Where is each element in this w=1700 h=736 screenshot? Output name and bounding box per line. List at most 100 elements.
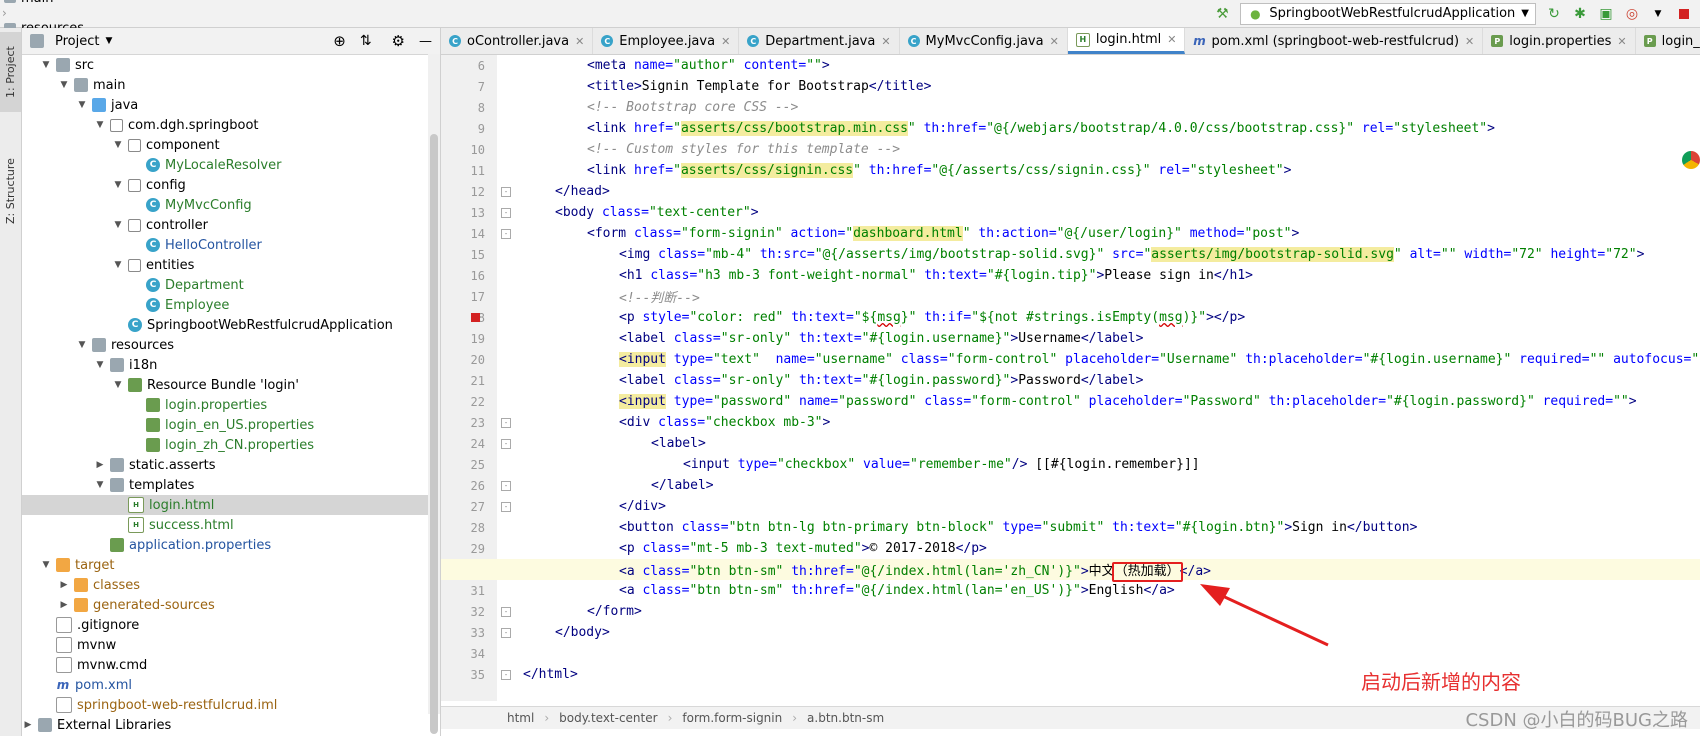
expanded-arrow-icon[interactable]: ▼ <box>40 560 52 570</box>
locate-icon[interactable]: ⊕ <box>333 32 346 50</box>
code-line[interactable]: </head> <box>441 181 1700 202</box>
code-line[interactable]: </div> <box>441 496 1700 517</box>
tree-item[interactable]: ▶ generated-sources <box>22 595 440 615</box>
expanded-arrow-icon[interactable]: ▼ <box>112 380 124 390</box>
tree-item[interactable]: mvnw <box>22 635 440 655</box>
tree-item[interactable]: m pom.xml <box>22 675 440 695</box>
editor-tab[interactable]: Plogin_zh_CN.properties✕ <box>1636 28 1700 54</box>
expanded-arrow-icon[interactable]: ▼ <box>58 80 70 90</box>
tree-item[interactable]: ▶ External Libraries <box>22 715 440 735</box>
tree-item[interactable]: ▼ templates <box>22 475 440 495</box>
tree-item[interactable]: springboot-web-restfulcrud.iml <box>22 695 440 715</box>
close-icon[interactable]: ✕ <box>1465 35 1474 48</box>
editor-tab[interactable]: Plogin.properties ✕ <box>1483 28 1636 54</box>
code-line[interactable]: <link href="asserts/css/bootstrap.min.cs… <box>441 118 1700 139</box>
tree-item[interactable]: ▼ component <box>22 135 440 155</box>
code-line[interactable]: <a class="btn btn-sm" th:href="@{/index.… <box>441 559 1700 580</box>
expanded-arrow-icon[interactable]: ▼ <box>112 180 124 190</box>
coverage-icon[interactable]: ▣ <box>1598 6 1614 22</box>
expanded-arrow-icon[interactable]: ▼ <box>112 220 124 230</box>
tree-item[interactable]: C MyLocaleResolver <box>22 155 440 175</box>
tree-item[interactable]: ▼ resources <box>22 335 440 355</box>
tree-item[interactable]: Hsuccess.html <box>22 515 440 535</box>
collapsed-arrow-icon[interactable]: ▶ <box>22 720 34 730</box>
gear-icon[interactable]: ⚙ <box>392 32 405 50</box>
tree-item[interactable]: C Department <box>22 275 440 295</box>
collapsed-arrow-icon[interactable]: ▶ <box>58 580 70 590</box>
tree-item[interactable]: ▼ target <box>22 555 440 575</box>
code-line[interactable]: <link href="asserts/css/signin.css" th:h… <box>441 160 1700 181</box>
code-line[interactable]: <form class="form-signin" action="dashbo… <box>441 223 1700 244</box>
expanded-arrow-icon[interactable]: ▼ <box>40 60 52 70</box>
project-tool-tab[interactable]: 1: Project <box>0 32 21 112</box>
chevron-down-icon[interactable]: ▼ <box>1650 6 1666 22</box>
tree-item[interactable]: ▼ java <box>22 95 440 115</box>
profiler-icon[interactable]: ◎ <box>1624 6 1640 22</box>
tree-item[interactable]: login.properties <box>22 395 440 415</box>
expanded-arrow-icon[interactable]: ▼ <box>76 100 88 110</box>
editor-tab[interactable]: C Department.java ✕ <box>739 28 900 54</box>
collapsed-arrow-icon[interactable]: ▶ <box>58 600 70 610</box>
tree-item[interactable]: C SpringbootWebRestfulcrudApplication <box>22 315 440 335</box>
chevron-down-icon[interactable]: ▼ <box>105 36 112 46</box>
collapse-all-icon[interactable]: ⇅ <box>360 33 372 49</box>
close-icon[interactable]: ✕ <box>721 35 730 48</box>
tree-item[interactable]: ▼ main <box>22 75 440 95</box>
tree-item[interactable]: ▼ com.dgh.springboot <box>22 115 440 135</box>
code-line[interactable]: <div class="checkbox mb-3"> <box>441 412 1700 433</box>
tree-item[interactable]: ▼ src <box>22 55 440 75</box>
close-icon[interactable]: ✕ <box>575 35 584 48</box>
code-line[interactable]: <body class="text-center"> <box>441 202 1700 223</box>
hammer-icon[interactable]: ⚒ <box>1214 6 1230 22</box>
tree-item[interactable]: Hlogin.html <box>22 495 440 515</box>
tree-item[interactable]: login_zh_CN.properties <box>22 435 440 455</box>
tree-item[interactable]: ▼ controller <box>22 215 440 235</box>
debug-icon[interactable]: ✱ <box>1572 6 1588 22</box>
scrollbar[interactable] <box>428 54 440 734</box>
code-line[interactable]: <label class="sr-only" th:text="#{login.… <box>441 328 1700 349</box>
tree-item[interactable]: C Employee <box>22 295 440 315</box>
code-line[interactable]: <!--判断--> <box>441 286 1700 307</box>
close-icon[interactable]: ✕ <box>881 35 890 48</box>
expanded-arrow-icon[interactable]: ▼ <box>112 140 124 150</box>
tree-item[interactable]: login_en_US.properties <box>22 415 440 435</box>
rerun-icon[interactable]: ↻ <box>1546 6 1562 22</box>
tree-item[interactable]: ▶ classes <box>22 575 440 595</box>
collapsed-arrow-icon[interactable]: ▶ <box>94 460 106 470</box>
code-line[interactable]: <input type="password" name="password" c… <box>441 391 1700 412</box>
editor-tab[interactable]: m pom.xml (springboot-web-restfulcrud) ✕ <box>1185 28 1484 54</box>
tree-item[interactable]: C HelloController <box>22 235 440 255</box>
editor-tab[interactable]: CoController.java ✕ <box>441 28 594 54</box>
editor-tab[interactable]: Hlogin.html ✕ <box>1067 28 1186 54</box>
expanded-arrow-icon[interactable]: ▼ <box>94 120 106 130</box>
tree-item[interactable]: ▼ i18n <box>22 355 440 375</box>
structure-breadcrumb-item[interactable]: form.form-signin <box>682 711 782 725</box>
expanded-arrow-icon[interactable]: ▼ <box>94 480 106 490</box>
stop-icon[interactable] <box>1676 6 1692 22</box>
code-line[interactable]: <p class="mt-5 mb-3 text-muted">© 2017-2… <box>441 538 1700 559</box>
project-panel-title[interactable]: Project <box>55 34 99 49</box>
code-line[interactable]: <label class="sr-only" th:text="#{login.… <box>441 370 1700 391</box>
tree-item[interactable]: ▼ config <box>22 175 440 195</box>
close-icon[interactable]: ✕ <box>1617 35 1626 48</box>
code-line[interactable]: <h1 class="h3 mb-3 font-weight-normal" t… <box>441 265 1700 286</box>
code-line[interactable]: <input type="text" name="username" class… <box>441 349 1700 370</box>
code-line[interactable]: </form> <box>441 601 1700 622</box>
editor-tab[interactable]: C Employee.java ✕ <box>593 28 740 54</box>
code-line[interactable]: <!-- Bootstrap core CSS --> <box>441 97 1700 118</box>
code-line[interactable]: <meta name="author" content=""> <box>441 55 1700 76</box>
expanded-arrow-icon[interactable]: ▼ <box>76 340 88 350</box>
code-line[interactable] <box>441 643 1700 664</box>
close-icon[interactable]: ✕ <box>1050 35 1059 48</box>
editor-tab[interactable]: C MyMvcConfig.java ✕ <box>900 28 1068 54</box>
code-line[interactable]: </label> <box>441 475 1700 496</box>
expanded-arrow-icon[interactable]: ▼ <box>94 360 106 370</box>
code-line[interactable]: <title>Signin Template for Bootstrap</ti… <box>441 76 1700 97</box>
structure-breadcrumb-item[interactable]: a.btn.btn-sm <box>807 711 884 725</box>
breadcrumb-item[interactable]: main <box>0 0 216 6</box>
minimize-icon[interactable]: — <box>419 34 432 49</box>
expanded-arrow-icon[interactable]: ▼ <box>112 260 124 270</box>
tree-item[interactable]: mvnw.cmd <box>22 655 440 675</box>
tree-item[interactable]: ▼ Resource Bundle 'login' <box>22 375 440 395</box>
run-configuration-select[interactable]: ● SpringbootWebRestfulcrudApplication ▼ <box>1240 2 1536 25</box>
